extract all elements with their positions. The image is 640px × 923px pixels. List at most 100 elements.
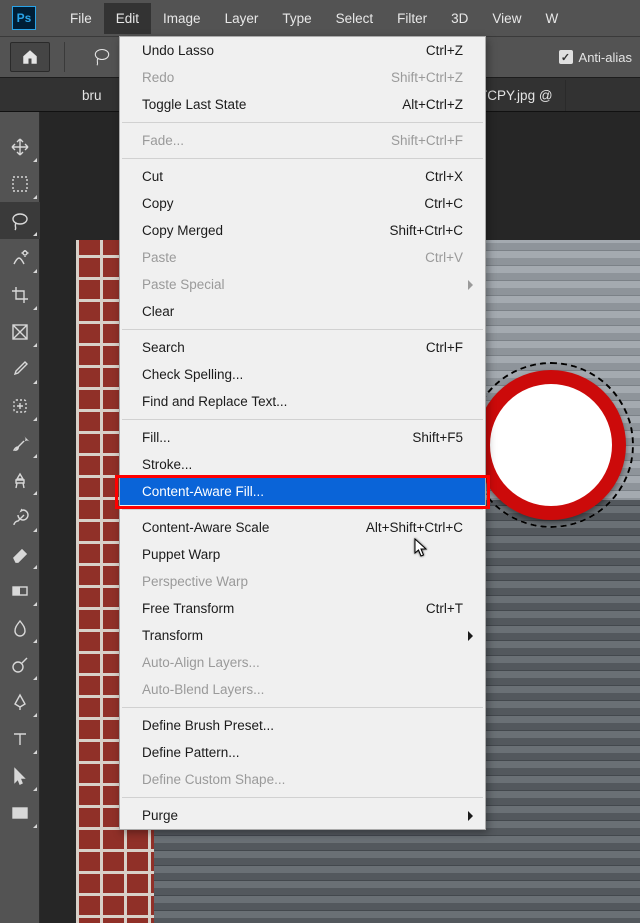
- menu-item-label: Paste Special: [142, 277, 225, 292]
- anti-alias-checkbox[interactable]: ✓ Anti-alias: [559, 50, 632, 65]
- menu-item-define-brush-preset[interactable]: Define Brush Preset...: [120, 712, 485, 739]
- submenu-arrow-icon: [468, 631, 473, 641]
- eraser-tool[interactable]: [0, 535, 40, 572]
- menu-item-label: Auto-Blend Layers...: [142, 682, 264, 697]
- menu-image[interactable]: Image: [151, 3, 213, 34]
- menu-type[interactable]: Type: [270, 3, 323, 34]
- type-tool[interactable]: [0, 720, 40, 757]
- menu-item-shortcut: Ctrl+F: [426, 340, 463, 355]
- menu-item-auto-blend-layers: Auto-Blend Layers...: [120, 676, 485, 703]
- menu-item-content-aware-fill[interactable]: Content-Aware Fill...: [120, 478, 485, 505]
- menu-item-clear[interactable]: Clear: [120, 298, 485, 325]
- menu-item-stroke[interactable]: Stroke...: [120, 451, 485, 478]
- menu-item-toggle-last-state[interactable]: Toggle Last StateAlt+Ctrl+Z: [120, 91, 485, 118]
- menu-filter[interactable]: Filter: [385, 3, 439, 34]
- menu-item-label: Undo Lasso: [142, 43, 214, 58]
- menu-edit[interactable]: Edit: [104, 3, 151, 34]
- rectangle-tool[interactable]: [0, 794, 40, 831]
- menu-item-label: Redo: [142, 70, 174, 85]
- menu-item-auto-align-layers: Auto-Align Layers...: [120, 649, 485, 676]
- lasso-tool-icon[interactable]: [91, 46, 113, 68]
- menu-item-cut[interactable]: CutCtrl+X: [120, 163, 485, 190]
- menu-item-fade: Fade... Shift+Ctrl+F: [120, 127, 485, 154]
- menu-item-label: Puppet Warp: [142, 547, 220, 562]
- tab-name-left: bru: [82, 88, 102, 103]
- quick-select-tool[interactable]: [0, 239, 40, 276]
- menu-item-label: Copy: [142, 196, 174, 211]
- divider: [64, 42, 65, 72]
- clone-tool[interactable]: [0, 461, 40, 498]
- menubar: Ps FileEditImageLayerTypeSelectFilter3DV…: [0, 0, 640, 36]
- eyedropper-tool[interactable]: [0, 350, 40, 387]
- menu-item-search[interactable]: SearchCtrl+F: [120, 334, 485, 361]
- menu-item-undo-lasso[interactable]: Undo Lasso Ctrl+Z: [120, 37, 485, 64]
- checkbox-icon: ✓: [559, 50, 573, 64]
- menu-item-label: Fade...: [142, 133, 184, 148]
- path-select-tool[interactable]: [0, 757, 40, 794]
- frame-tool[interactable]: [0, 313, 40, 350]
- menu-item-label: Content-Aware Fill...: [142, 484, 264, 499]
- menu-item-fill[interactable]: Fill...Shift+F5: [120, 424, 485, 451]
- menu-separator: [122, 509, 483, 510]
- menu-item-transform[interactable]: Transform: [120, 622, 485, 649]
- menu-separator: [122, 158, 483, 159]
- selection-marquee[interactable]: [468, 362, 634, 528]
- menu-item-paste-special: Paste Special: [120, 271, 485, 298]
- menu-item-shortcut: Ctrl+Z: [426, 43, 463, 58]
- menu-view[interactable]: View: [480, 3, 533, 34]
- panel-grip[interactable]: [0, 112, 39, 128]
- menu-item-copy[interactable]: CopyCtrl+C: [120, 190, 485, 217]
- menu-item-shortcut: Shift+Ctrl+C: [389, 223, 463, 238]
- menu-item-copy-merged[interactable]: Copy Merged Shift+Ctrl+C: [120, 217, 485, 244]
- menu-item-purge[interactable]: Purge: [120, 802, 485, 829]
- menu-item-label: Clear: [142, 304, 174, 319]
- menu-item-label: Check Spelling...: [142, 367, 243, 382]
- menu-separator: [122, 707, 483, 708]
- dodge-tool[interactable]: [0, 646, 40, 683]
- lasso-tool[interactable]: [0, 202, 40, 239]
- menu-separator: [122, 122, 483, 123]
- pen-tool[interactable]: [0, 683, 40, 720]
- menu-item-label: Transform: [142, 628, 203, 643]
- blur-tool[interactable]: [0, 609, 40, 646]
- menu-item-define-custom-shape: Define Custom Shape...: [120, 766, 485, 793]
- menu-item-check-spelling[interactable]: Check Spelling...: [120, 361, 485, 388]
- menu-item-label: Fill...: [142, 430, 171, 445]
- menu-select[interactable]: Select: [324, 3, 386, 34]
- menu-item-find-and-replace-text[interactable]: Find and Replace Text...: [120, 388, 485, 415]
- menu-3d[interactable]: 3D: [439, 3, 480, 34]
- menu-item-label: Auto-Align Layers...: [142, 655, 260, 670]
- crop-tool[interactable]: [0, 276, 40, 313]
- menu-item-label: Toggle Last State: [142, 97, 246, 112]
- home-button[interactable]: [10, 42, 50, 72]
- menu-item-free-transform[interactable]: Free TransformCtrl+T: [120, 595, 485, 622]
- menu-item-label: Content-Aware Scale: [142, 520, 269, 535]
- app-logo: Ps: [12, 6, 36, 30]
- menu-item-label: Stroke...: [142, 457, 192, 472]
- brush-tool[interactable]: [0, 424, 40, 461]
- menu-w[interactable]: W: [533, 3, 570, 34]
- healing-tool[interactable]: [0, 387, 40, 424]
- move-tool[interactable]: [0, 128, 40, 165]
- tool-panel: [0, 112, 40, 923]
- history-brush-tool[interactable]: [0, 498, 40, 535]
- menu-layer[interactable]: Layer: [213, 3, 271, 34]
- submenu-arrow-icon: [468, 811, 473, 821]
- menu-item-shortcut: Ctrl+X: [425, 169, 463, 184]
- menu-item-label: Purge: [142, 808, 178, 823]
- marquee-tool[interactable]: [0, 165, 40, 202]
- menu-separator: [122, 329, 483, 330]
- gradient-tool[interactable]: [0, 572, 40, 609]
- menu-item-label: Paste: [142, 250, 177, 265]
- menu-item-content-aware-scale[interactable]: Content-Aware Scale Alt+Shift+Ctrl+C: [120, 514, 485, 541]
- submenu-arrow-icon: [468, 280, 473, 290]
- menu-item-perspective-warp: Perspective Warp: [120, 568, 485, 595]
- menu-item-shortcut: Shift+Ctrl+F: [391, 133, 463, 148]
- menu-item-label: Copy Merged: [142, 223, 223, 238]
- menu-item-shortcut: Alt+Shift+Ctrl+C: [366, 520, 463, 535]
- menu-item-puppet-warp[interactable]: Puppet Warp: [120, 541, 485, 568]
- menu-item-shortcut: Ctrl+V: [425, 250, 463, 265]
- menu-file[interactable]: File: [58, 3, 104, 34]
- edit-menu-dropdown: Undo LassoCtrl+ZRedoShift+Ctrl+ZToggle L…: [119, 36, 486, 830]
- menu-item-define-pattern[interactable]: Define Pattern...: [120, 739, 485, 766]
